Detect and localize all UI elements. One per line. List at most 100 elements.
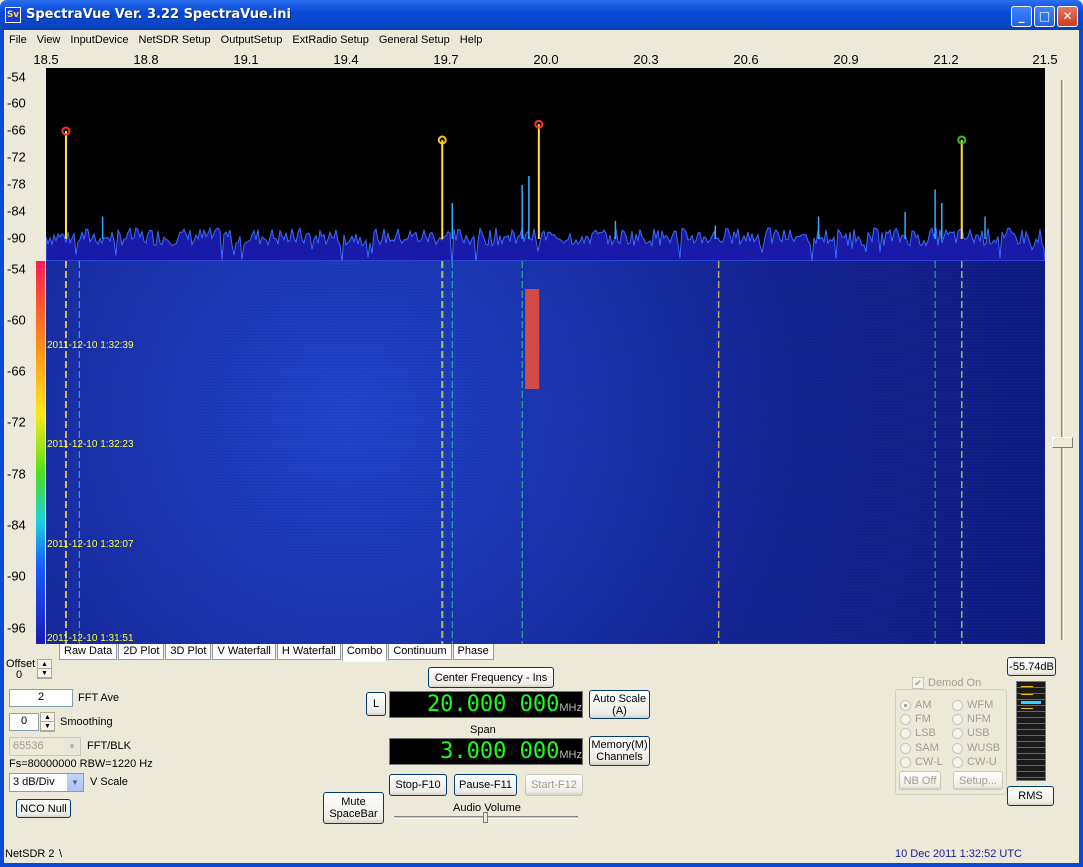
demod-setup-button[interactable]: Setup... bbox=[953, 771, 1003, 790]
radio-icon bbox=[952, 713, 963, 725]
mode-label: USB bbox=[967, 727, 990, 739]
minimize-icon: _ bbox=[1018, 9, 1025, 23]
tab-2d-plot[interactable]: 2D Plot bbox=[118, 644, 165, 660]
freq-tick-label: 20.9 bbox=[833, 52, 859, 67]
menu-help[interactable]: Help bbox=[455, 34, 488, 46]
freq-tick-label: 18.5 bbox=[33, 52, 59, 67]
signal-level-readout[interactable]: -55.74dB bbox=[1007, 657, 1056, 676]
menu-extradio-setup[interactable]: ExtRadio Setup bbox=[287, 34, 373, 46]
freq-tick-label: 19.1 bbox=[233, 52, 259, 67]
offset-value[interactable]: 0 bbox=[16, 669, 22, 681]
demod-on-label: Demod On bbox=[928, 677, 982, 689]
tab-phase[interactable]: Phase bbox=[452, 644, 494, 660]
spectrum-db-label: -72 bbox=[7, 149, 26, 165]
spin-up-icon[interactable]: ▲ bbox=[38, 660, 51, 669]
mode-radio-fm[interactable]: FM bbox=[900, 713, 931, 725]
fft-blk-select[interactable]: 65536 ▼ bbox=[9, 737, 81, 756]
maximize-button[interactable]: □ bbox=[1034, 6, 1055, 27]
freq-tick-label: 19.7 bbox=[433, 52, 459, 67]
tab-3d-plot[interactable]: 3D Plot bbox=[165, 644, 212, 660]
menu-view[interactable]: View bbox=[32, 34, 66, 46]
freq-tick-label: 20.3 bbox=[633, 52, 659, 67]
spectrum-db-label: -78 bbox=[7, 176, 26, 192]
mute-button[interactable]: Mute SpaceBar bbox=[323, 792, 384, 824]
mode-radio-wusb[interactable]: WUSB bbox=[952, 742, 1000, 754]
spin-up-icon[interactable]: ▲ bbox=[41, 713, 54, 722]
waterfall-timestamp: 2011-12-10 1:32:07 bbox=[47, 539, 134, 550]
tab-continuum[interactable]: Continuum bbox=[388, 644, 452, 660]
auto-scale-button[interactable]: Auto Scale (A) bbox=[589, 690, 650, 719]
window-frame-right bbox=[1079, 30, 1083, 867]
center-frequency-value: 20.000 000 bbox=[426, 692, 560, 717]
start-button[interactable]: Start-F12 bbox=[525, 774, 583, 796]
mode-radio-wfm[interactable]: WFM bbox=[952, 699, 993, 711]
freq-tick-label: 21.2 bbox=[933, 52, 959, 67]
rms-button[interactable]: RMS bbox=[1007, 786, 1054, 806]
nco-null-button[interactable]: NCO Null bbox=[16, 799, 71, 818]
mode-radio-cw-u[interactable]: CW-U bbox=[952, 756, 997, 768]
pause-button[interactable]: Pause-F11 bbox=[454, 774, 517, 796]
spin-down-icon[interactable]: ▼ bbox=[38, 669, 51, 678]
audio-volume-slider-thumb[interactable] bbox=[483, 812, 488, 823]
span-display[interactable]: 3.000 000MHz bbox=[389, 738, 583, 765]
close-button[interactable]: ✕ bbox=[1057, 6, 1078, 27]
spectrum-db-label: -84 bbox=[7, 203, 26, 219]
center-frequency-display[interactable]: 20.000 000MHz bbox=[389, 691, 583, 718]
offset-spinner[interactable]: ▲ ▼ bbox=[37, 659, 52, 679]
radio-icon bbox=[900, 713, 911, 725]
radio-icon bbox=[952, 699, 963, 711]
waterfall-signals bbox=[64, 261, 963, 644]
mode-radio-nfm[interactable]: NFM bbox=[952, 713, 991, 725]
fft-ave-label: FFT Ave bbox=[78, 692, 120, 704]
window-frame-bottom bbox=[0, 863, 1083, 867]
status-device-extra: \ bbox=[59, 848, 63, 860]
spin-down-icon[interactable]: ▼ bbox=[41, 722, 54, 731]
minimize-button[interactable]: _ bbox=[1011, 6, 1032, 27]
waterfall-db-label: -96 bbox=[7, 620, 26, 636]
menu-file[interactable]: File bbox=[4, 34, 32, 46]
tab-v-waterfall[interactable]: V Waterfall bbox=[212, 644, 276, 660]
smoothing-spinner[interactable]: ▲ ▼ bbox=[40, 712, 55, 732]
tab-raw-data[interactable]: Raw Data bbox=[59, 644, 118, 660]
mode-label: WUSB bbox=[967, 742, 1000, 754]
waterfall-db-label: -66 bbox=[7, 363, 26, 379]
l-button[interactable]: L bbox=[366, 692, 386, 716]
menu-outputsetup[interactable]: OutputSetup bbox=[216, 34, 288, 46]
mode-radio-am[interactable]: AM bbox=[900, 699, 932, 711]
auto-scale-label: Auto Scale bbox=[592, 692, 647, 705]
noise-floor-trace bbox=[46, 226, 1045, 261]
freq-tick-label: 20.0 bbox=[533, 52, 559, 67]
memory-label: Memory(M) bbox=[591, 739, 648, 751]
menu-inputdevice[interactable]: InputDevice bbox=[65, 34, 133, 46]
app-icon[interactable]: Sv bbox=[5, 7, 21, 23]
mode-radio-sam[interactable]: SAM bbox=[900, 742, 939, 754]
stop-button[interactable]: Stop-F10 bbox=[389, 774, 447, 796]
mode-label: WFM bbox=[967, 699, 994, 711]
waterfall-contrast-slider-track[interactable] bbox=[1061, 80, 1064, 640]
vscale-select[interactable]: 3 dB/Div ▼ bbox=[9, 773, 84, 792]
fft-ave-input[interactable]: 2 bbox=[9, 689, 73, 707]
menu-general-setup[interactable]: General Setup bbox=[374, 34, 455, 46]
waterfall-db-label: -90 bbox=[7, 568, 26, 584]
mode-label: NFM bbox=[967, 713, 991, 725]
mode-radio-cw-l[interactable]: CW-L bbox=[900, 756, 943, 768]
mode-radio-lsb[interactable]: LSB bbox=[900, 727, 936, 739]
mode-radio-usb[interactable]: USB bbox=[952, 727, 990, 739]
mute-sub-label: SpaceBar bbox=[329, 808, 378, 820]
signal-level-meter bbox=[1016, 681, 1046, 781]
tab-h-waterfall[interactable]: H Waterfall bbox=[276, 644, 341, 660]
smoothing-input[interactable]: 0 bbox=[9, 713, 39, 731]
center-frequency-button[interactable]: Center Frequency - Ins bbox=[428, 667, 554, 688]
tab-combo[interactable]: Combo bbox=[341, 644, 388, 662]
nb-off-button[interactable]: NB Off bbox=[899, 771, 941, 790]
spectrum-trace bbox=[46, 119, 1045, 261]
waterfall-timestamp: 2011-12-10 1:31:51 bbox=[47, 633, 134, 644]
mode-label: AM bbox=[915, 699, 932, 711]
title-bar[interactable]: Sv SpectraVue Ver. 3.22 SpectraVue.ini _… bbox=[0, 0, 1083, 30]
memory-channels-button[interactable]: Memory(M) Channels bbox=[589, 736, 650, 766]
menu-netsdr-setup[interactable]: NetSDR Setup bbox=[133, 34, 215, 46]
display-mode-tabs: Raw Data 2D Plot 3D Plot V Waterfall H W… bbox=[59, 644, 495, 662]
demod-on-checkbox[interactable]: ✔ Demod On bbox=[912, 677, 981, 689]
radio-icon bbox=[900, 756, 911, 768]
waterfall-contrast-slider-thumb[interactable] bbox=[1052, 437, 1073, 448]
